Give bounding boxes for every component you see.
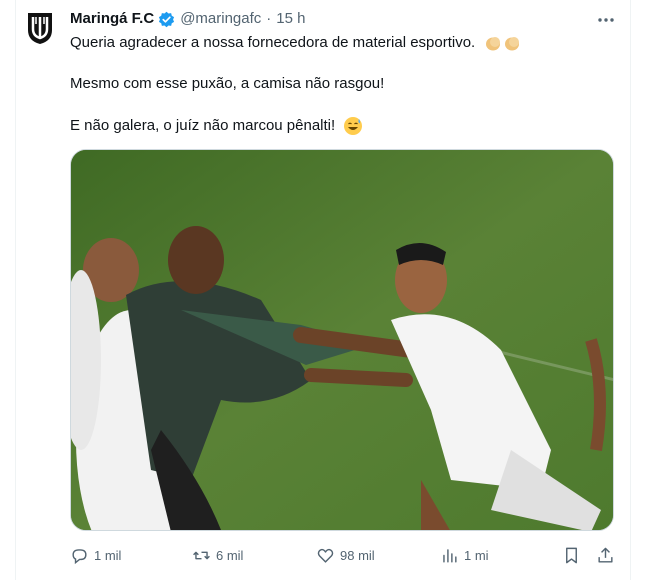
more-icon[interactable] [596,10,616,30]
like-button[interactable]: 98 mil [316,546,375,565]
reply-count: 1 mil [94,548,122,563]
views-button[interactable]: 1 mi [440,546,489,565]
tweet-header: Maringá F.C @maringafc · 15 h [70,9,305,29]
club-logo-avatar[interactable] [25,10,55,46]
repost-count: 6 mil [216,548,244,563]
tweet-media-photo[interactable] [70,149,614,531]
like-count: 98 mil [340,548,375,563]
views-count: 1 mi [464,548,489,563]
football-scene-image [71,150,613,530]
bookmark-icon[interactable] [562,546,581,565]
tweet-time[interactable]: 15 h [276,9,305,29]
share-icon[interactable] [596,546,615,565]
separator-dot: · [266,10,272,27]
tweet-actions-bar: 1 mil 6 mil 98 mil 1 mi [0,546,647,570]
reply-button[interactable]: 1 mil [70,546,121,565]
reply-icon [72,549,87,565]
repost-button[interactable]: 6 mil [192,546,243,565]
like-icon [317,548,334,563]
sweat-smile-emoji-icon [344,117,363,136]
tweet-line-1-text: Queria agradecer a nossa fornecedora de … [70,34,476,51]
tweet-line-3-text: E não galera, o juíz não marcou pênalti! [70,117,336,134]
tweet-text-line-2: Mesmo com esse puxão, a camisa não rasgo… [70,75,385,92]
tweet-text-line-3: E não galera, o juíz não marcou pênalti! [70,116,363,136]
clapping-hands-emoji-icon [486,37,520,51]
author-handle[interactable]: @maringafc [180,9,261,29]
verified-badge-icon [159,11,175,27]
author-name[interactable]: Maringá F.C [70,9,154,29]
repost-icon [193,551,210,560]
tweet-text-line-1: Queria agradecer a nossa fornecedora de … [70,33,523,53]
views-icon [443,549,457,563]
